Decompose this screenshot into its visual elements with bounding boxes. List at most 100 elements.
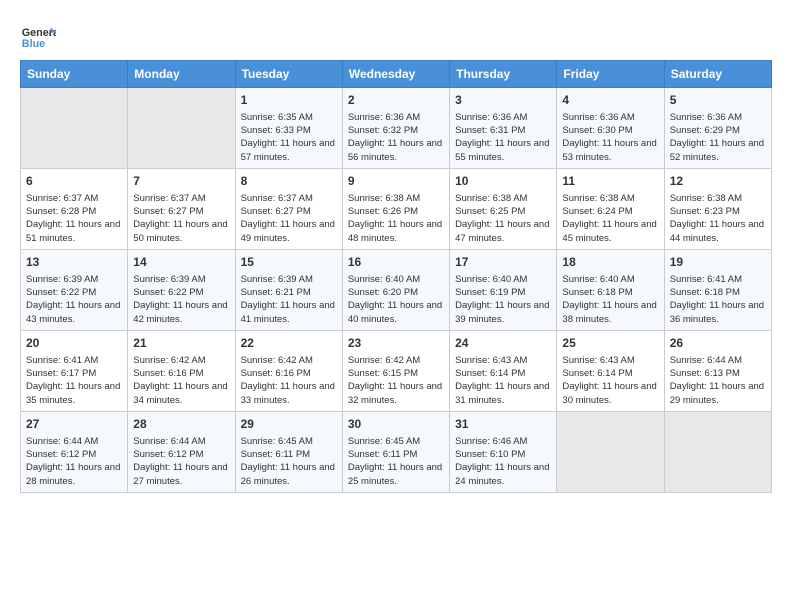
weekday-header-cell: Thursday: [450, 61, 557, 88]
day-number: 8: [241, 173, 337, 190]
day-info: Sunrise: 6:36 AMSunset: 6:31 PMDaylight:…: [455, 111, 551, 164]
day-number: 5: [670, 92, 766, 109]
calendar-cell: 30 Sunrise: 6:45 AMSunset: 6:11 PMDayligh…: [342, 411, 449, 492]
day-number: 21: [133, 335, 229, 352]
weekday-header-cell: Saturday: [664, 61, 771, 88]
day-info: Sunrise: 6:39 AMSunset: 6:21 PMDaylight:…: [241, 273, 337, 326]
calendar-cell: 4 Sunrise: 6:36 AMSunset: 6:30 PMDaylight…: [557, 88, 664, 169]
day-number: 30: [348, 416, 444, 433]
day-info: Sunrise: 6:35 AMSunset: 6:33 PMDaylight:…: [241, 111, 337, 164]
calendar-cell: 9 Sunrise: 6:38 AMSunset: 6:26 PMDaylight…: [342, 168, 449, 249]
day-info: Sunrise: 6:41 AMSunset: 6:18 PMDaylight:…: [670, 273, 766, 326]
calendar-row: 27 Sunrise: 6:44 AMSunset: 6:12 PMDayligh…: [21, 411, 772, 492]
day-info: Sunrise: 6:38 AMSunset: 6:24 PMDaylight:…: [562, 192, 658, 245]
calendar-row: 1 Sunrise: 6:35 AMSunset: 6:33 PMDaylight…: [21, 88, 772, 169]
svg-text:Blue: Blue: [22, 38, 45, 50]
day-number: 15: [241, 254, 337, 271]
weekday-header-row: SundayMondayTuesdayWednesdayThursdayFrid…: [21, 61, 772, 88]
day-number: 7: [133, 173, 229, 190]
day-info: Sunrise: 6:45 AMSunset: 6:11 PMDaylight:…: [348, 435, 444, 488]
calendar-cell: 8 Sunrise: 6:37 AMSunset: 6:27 PMDaylight…: [235, 168, 342, 249]
weekday-header-cell: Monday: [128, 61, 235, 88]
calendar-cell: 7 Sunrise: 6:37 AMSunset: 6:27 PMDaylight…: [128, 168, 235, 249]
day-info: Sunrise: 6:44 AMSunset: 6:13 PMDaylight:…: [670, 354, 766, 407]
calendar-cell: 11 Sunrise: 6:38 AMSunset: 6:24 PMDayligh…: [557, 168, 664, 249]
day-info: Sunrise: 6:42 AMSunset: 6:16 PMDaylight:…: [133, 354, 229, 407]
day-number: 19: [670, 254, 766, 271]
calendar-body: 1 Sunrise: 6:35 AMSunset: 6:33 PMDaylight…: [21, 88, 772, 493]
day-number: 13: [26, 254, 122, 271]
calendar-row: 20 Sunrise: 6:41 AMSunset: 6:17 PMDayligh…: [21, 330, 772, 411]
day-number: 27: [26, 416, 122, 433]
day-number: 2: [348, 92, 444, 109]
calendar-cell: 18 Sunrise: 6:40 AMSunset: 6:18 PMDayligh…: [557, 249, 664, 330]
calendar-cell: 26 Sunrise: 6:44 AMSunset: 6:13 PMDayligh…: [664, 330, 771, 411]
day-info: Sunrise: 6:40 AMSunset: 6:20 PMDaylight:…: [348, 273, 444, 326]
day-number: 9: [348, 173, 444, 190]
calendar-cell: 1 Sunrise: 6:35 AMSunset: 6:33 PMDaylight…: [235, 88, 342, 169]
calendar-cell: 19 Sunrise: 6:41 AMSunset: 6:18 PMDayligh…: [664, 249, 771, 330]
day-info: Sunrise: 6:40 AMSunset: 6:18 PMDaylight:…: [562, 273, 658, 326]
calendar-cell: 16Sunrise: 6:40 AMSunset: 6:20 PMDayligh…: [342, 249, 449, 330]
day-number: 22: [241, 335, 337, 352]
calendar-row: 13 Sunrise: 6:39 AMSunset: 6:22 PMDayligh…: [21, 249, 772, 330]
calendar-cell: [557, 411, 664, 492]
day-number: 10: [455, 173, 551, 190]
calendar-cell: 28Sunrise: 6:44 AMSunset: 6:12 PMDayligh…: [128, 411, 235, 492]
calendar-cell: 21 Sunrise: 6:42 AMSunset: 6:16 PMDayligh…: [128, 330, 235, 411]
day-info: Sunrise: 6:36 AMSunset: 6:29 PMDaylight:…: [670, 111, 766, 164]
calendar-cell: 23 Sunrise: 6:42 AMSunset: 6:15 PMDayligh…: [342, 330, 449, 411]
day-number: 1: [241, 92, 337, 109]
day-info: Sunrise: 6:45 AMSunset: 6:11 PMDaylight:…: [241, 435, 337, 488]
day-info: Sunrise: 6:43 AMSunset: 6:14 PMDaylight:…: [455, 354, 551, 407]
day-info: Sunrise: 6:39 AMSunset: 6:22 PMDaylight:…: [133, 273, 229, 326]
day-number: 14: [133, 254, 229, 271]
weekday-header-cell: Sunday: [21, 61, 128, 88]
day-info: Sunrise: 6:37 AMSunset: 6:27 PMDaylight:…: [241, 192, 337, 245]
day-info: Sunrise: 6:44 AMSunset: 6:12 PMDaylight:…: [133, 435, 229, 488]
day-number: 12: [670, 173, 766, 190]
calendar-cell: 15 Sunrise: 6:39 AMSunset: 6:21 PMDayligh…: [235, 249, 342, 330]
calendar-cell: 10 Sunrise: 6:38 AMSunset: 6:25 PMDayligh…: [450, 168, 557, 249]
calendar-cell: 29 Sunrise: 6:45 AMSunset: 6:11 PMDayligh…: [235, 411, 342, 492]
day-info: Sunrise: 6:38 AMSunset: 6:26 PMDaylight:…: [348, 192, 444, 245]
day-number: 6: [26, 173, 122, 190]
day-number: 20: [26, 335, 122, 352]
day-info: Sunrise: 6:38 AMSunset: 6:25 PMDaylight:…: [455, 192, 551, 245]
weekday-header-cell: Friday: [557, 61, 664, 88]
calendar-cell: 5 Sunrise: 6:36 AMSunset: 6:29 PMDaylight…: [664, 88, 771, 169]
day-number: 3: [455, 92, 551, 109]
calendar-cell: 6 Sunrise: 6:37 AMSunset: 6:28 PMDaylight…: [21, 168, 128, 249]
day-info: Sunrise: 6:36 AMSunset: 6:30 PMDaylight:…: [562, 111, 658, 164]
calendar-cell: 24Sunrise: 6:43 AMSunset: 6:14 PMDayligh…: [450, 330, 557, 411]
calendar-cell: 12 Sunrise: 6:38 AMSunset: 6:23 PMDayligh…: [664, 168, 771, 249]
day-info: Sunrise: 6:42 AMSunset: 6:15 PMDaylight:…: [348, 354, 444, 407]
day-number: 23: [348, 335, 444, 352]
weekday-header-cell: Wednesday: [342, 61, 449, 88]
day-number: 29: [241, 416, 337, 433]
calendar-row: 6 Sunrise: 6:37 AMSunset: 6:28 PMDaylight…: [21, 168, 772, 249]
day-info: Sunrise: 6:39 AMSunset: 6:22 PMDaylight:…: [26, 273, 122, 326]
calendar-cell: [128, 88, 235, 169]
day-number: 4: [562, 92, 658, 109]
day-info: Sunrise: 6:37 AMSunset: 6:27 PMDaylight:…: [133, 192, 229, 245]
day-number: 25: [562, 335, 658, 352]
calendar-cell: 22Sunrise: 6:42 AMSunset: 6:16 PMDayligh…: [235, 330, 342, 411]
calendar-cell: 25Sunrise: 6:43 AMSunset: 6:14 PMDayligh…: [557, 330, 664, 411]
day-info: Sunrise: 6:46 AMSunset: 6:10 PMDaylight:…: [455, 435, 551, 488]
day-number: 11: [562, 173, 658, 190]
calendar-cell: 17Sunrise: 6:40 AMSunset: 6:19 PMDayligh…: [450, 249, 557, 330]
day-info: Sunrise: 6:36 AMSunset: 6:32 PMDaylight:…: [348, 111, 444, 164]
logo: General Blue: [20, 20, 56, 56]
calendar-cell: [21, 88, 128, 169]
day-number: 26: [670, 335, 766, 352]
day-info: Sunrise: 6:44 AMSunset: 6:12 PMDaylight:…: [26, 435, 122, 488]
day-info: Sunrise: 6:37 AMSunset: 6:28 PMDaylight:…: [26, 192, 122, 245]
day-info: Sunrise: 6:41 AMSunset: 6:17 PMDaylight:…: [26, 354, 122, 407]
day-info: Sunrise: 6:38 AMSunset: 6:23 PMDaylight:…: [670, 192, 766, 245]
day-number: 31: [455, 416, 551, 433]
day-number: 18: [562, 254, 658, 271]
calendar-cell: 31 Sunrise: 6:46 AMSunset: 6:10 PMDayligh…: [450, 411, 557, 492]
calendar-cell: 27 Sunrise: 6:44 AMSunset: 6:12 PMDayligh…: [21, 411, 128, 492]
weekday-header-cell: Tuesday: [235, 61, 342, 88]
